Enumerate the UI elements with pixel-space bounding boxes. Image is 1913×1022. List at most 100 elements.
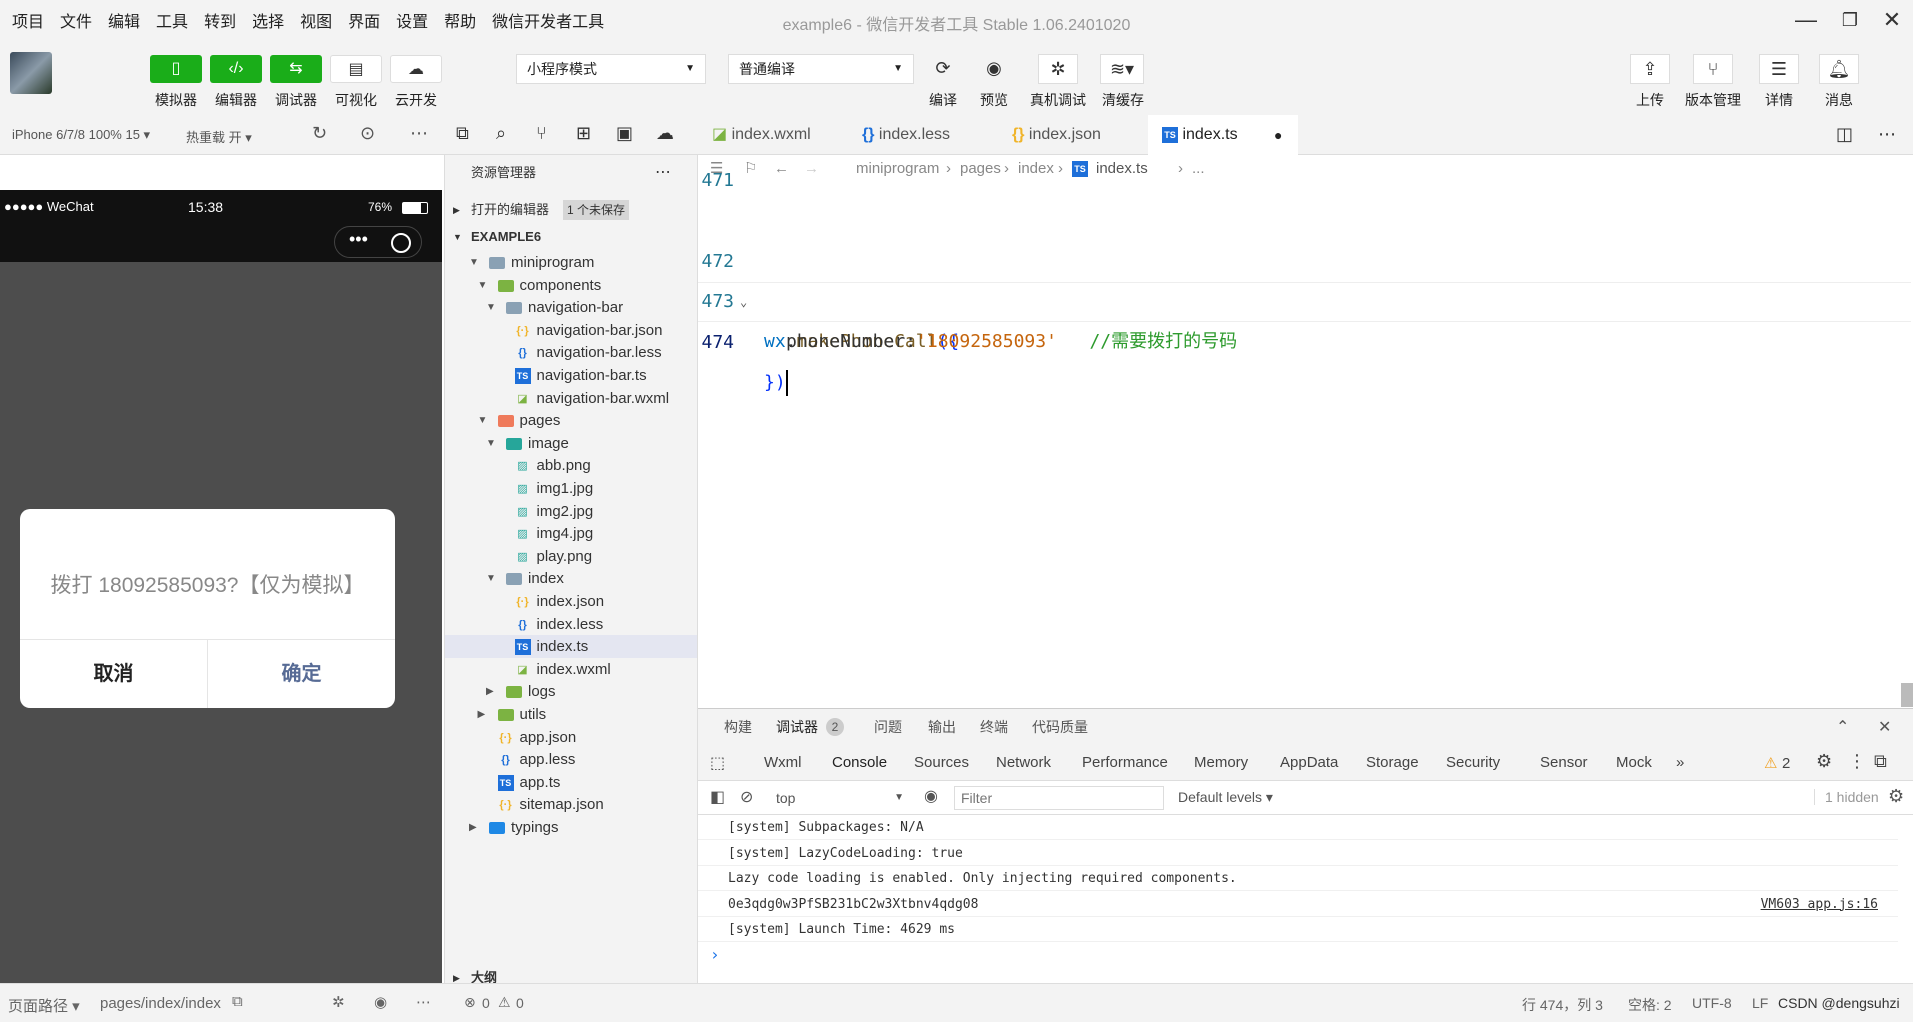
- tab-storage[interactable]: Storage: [1366, 745, 1419, 781]
- console-prompt[interactable]: ›: [710, 945, 720, 964]
- page-path-select[interactable]: 页面路径 ▾: [8, 995, 80, 1016]
- tree-file[interactable]: {·} index.json: [445, 590, 697, 613]
- cursor-position[interactable]: 行 474，列 3: [1522, 995, 1603, 1015]
- files-icon[interactable]: ⧉: [456, 123, 469, 144]
- open-editors-header[interactable]: ▶ 打开的编辑器 1 个未保存: [445, 197, 697, 223]
- menu-item[interactable]: 帮助: [436, 8, 484, 32]
- sidebar-toggle-icon[interactable]: ◧: [710, 787, 725, 807]
- restore-button[interactable]: ❐: [1830, 6, 1870, 34]
- tree-file[interactable]: {·} app.json: [445, 726, 697, 749]
- more-dots-icon[interactable]: •••: [349, 229, 368, 250]
- tab-mock[interactable]: Mock: [1616, 745, 1652, 781]
- line-ending[interactable]: LF: [1752, 995, 1768, 1011]
- tree-file[interactable]: TS app.ts: [445, 771, 697, 794]
- details-button[interactable]: ☰: [1759, 54, 1799, 84]
- more-icon[interactable]: ⋯: [416, 993, 431, 1011]
- tree-folder[interactable]: ▶ utils: [445, 703, 697, 726]
- cloud-button[interactable]: ☁: [390, 55, 442, 83]
- panel-tab-quality[interactable]: 代码质量: [1032, 709, 1088, 745]
- panel-tab-output[interactable]: 输出: [928, 709, 956, 745]
- clear-cache-button[interactable]: ≋▾: [1100, 54, 1144, 84]
- dialog-confirm-button[interactable]: 确定: [208, 640, 395, 708]
- close-panel-icon[interactable]: ✕: [1878, 717, 1891, 737]
- eye-icon[interactable]: ◉: [374, 993, 387, 1011]
- console-filter-input[interactable]: [954, 786, 1164, 810]
- search-icon[interactable]: ⌕: [496, 123, 506, 144]
- tree-file[interactable]: {} app.less: [445, 748, 697, 771]
- tree-file[interactable]: ▨ img2.jpg: [445, 500, 697, 523]
- tree-file[interactable]: ◪ index.wxml: [445, 658, 697, 681]
- project-header[interactable]: ▼ EXAMPLE6: [445, 224, 697, 250]
- capsule-menu[interactable]: •••: [334, 226, 422, 258]
- menu-item[interactable]: 文件: [52, 8, 100, 32]
- tree-file[interactable]: ▨ img1.jpg: [445, 477, 697, 500]
- debugger-button[interactable]: ⇆: [270, 55, 322, 83]
- version-button[interactable]: ⑂: [1693, 54, 1733, 84]
- console-source-link[interactable]: VM603 app.js:16: [1761, 892, 1878, 917]
- tree-folder[interactable]: ▶ typings: [445, 816, 697, 839]
- tree-folder[interactable]: ▼ index: [445, 567, 697, 590]
- settings-gear-icon[interactable]: ⚙: [1816, 751, 1832, 772]
- tree-file[interactable]: {·} navigation-bar.json: [445, 319, 697, 342]
- minimize-button[interactable]: —: [1786, 6, 1826, 34]
- messages-button[interactable]: 🔔︎: [1819, 54, 1859, 84]
- tree-file[interactable]: {} navigation-bar.less: [445, 341, 697, 364]
- panel-tab-build[interactable]: 构建: [724, 709, 752, 745]
- panel-tab-problems[interactable]: 问题: [874, 709, 902, 745]
- tree-file[interactable]: TS index.ts: [445, 635, 697, 659]
- tree-folder[interactable]: ▼ miniprogram: [445, 251, 697, 274]
- console-settings-icon[interactable]: ⚙: [1888, 786, 1904, 807]
- menu-item[interactable]: 界面: [340, 8, 388, 32]
- indent-spaces[interactable]: 空格: 2: [1628, 995, 1672, 1015]
- preview-button[interactable]: ◉: [974, 54, 1014, 84]
- storage-icon[interactable]: ▣: [616, 123, 633, 144]
- copy-icon[interactable]: ⧉: [232, 993, 243, 1010]
- menu-item[interactable]: 设置: [388, 8, 436, 32]
- rotate-icon[interactable]: ↻: [312, 123, 327, 144]
- file-encoding[interactable]: UTF-8: [1692, 995, 1732, 1011]
- cloud-icon[interactable]: ☁: [656, 123, 674, 144]
- tab-index-ts[interactable]: TS index.ts ●: [1148, 115, 1298, 155]
- tree-file[interactable]: ▨ abb.png: [445, 454, 697, 477]
- bug-icon[interactable]: ✲: [332, 993, 345, 1011]
- tree-folder[interactable]: ▶ logs: [445, 680, 697, 703]
- editor-button[interactable]: ‹/›: [210, 55, 262, 83]
- dialog-cancel-button[interactable]: 取消: [20, 640, 208, 708]
- compile-select[interactable]: 普通编译 ▼: [728, 54, 914, 84]
- kebab-menu-icon[interactable]: ⋮: [1848, 751, 1866, 772]
- git-icon[interactable]: ⑂: [536, 123, 547, 144]
- tree-file[interactable]: ▨ play.png: [445, 545, 697, 568]
- tab-network[interactable]: Network: [996, 745, 1051, 781]
- tab-index-less[interactable]: {} index.less: [848, 115, 998, 155]
- upload-button[interactable]: ⇪: [1630, 54, 1670, 84]
- visual-button[interactable]: ▤: [330, 55, 382, 83]
- compile-button[interactable]: ⟳: [923, 54, 963, 84]
- collapse-panel-icon[interactable]: ⌃: [1836, 717, 1849, 737]
- tab-sources[interactable]: Sources: [914, 745, 969, 781]
- editor-scrollbar[interactable]: [1901, 683, 1913, 707]
- tree-file[interactable]: ▨ img4.jpg: [445, 522, 697, 545]
- tab-appdata[interactable]: AppData: [1280, 745, 1338, 781]
- tree-folder[interactable]: ▼ components: [445, 274, 697, 297]
- menu-item[interactable]: 编辑: [100, 8, 148, 32]
- menu-item[interactable]: 选择: [244, 8, 292, 32]
- tab-index-json[interactable]: {} index.json: [998, 115, 1148, 155]
- tab-console[interactable]: Console: [832, 745, 888, 783]
- tree-file[interactable]: ◪ navigation-bar.wxml: [445, 387, 697, 410]
- extensions-icon[interactable]: ⊞: [576, 123, 591, 144]
- more-icon[interactable]: ⋯: [410, 123, 428, 144]
- menu-item[interactable]: 微信开发者工具: [484, 8, 612, 32]
- remote-debug-button[interactable]: ✲: [1038, 54, 1078, 84]
- tree-file[interactable]: {} index.less: [445, 613, 697, 636]
- record-icon[interactable]: ⊙: [360, 123, 375, 144]
- explorer-more-icon[interactable]: ⋯: [655, 160, 671, 186]
- tab-performance[interactable]: Performance: [1082, 745, 1168, 781]
- menu-item[interactable]: 工具: [148, 8, 196, 32]
- editor-more-icon[interactable]: ⋯: [1878, 124, 1896, 145]
- close-capsule-icon[interactable]: [391, 233, 411, 253]
- menu-item[interactable]: 项目: [4, 8, 52, 32]
- outline-header[interactable]: ▶ 大纲: [445, 965, 697, 983]
- close-window-button[interactable]: ✕: [1872, 6, 1912, 34]
- menu-item[interactable]: 转到: [196, 8, 244, 32]
- tab-security[interactable]: Security: [1446, 745, 1500, 781]
